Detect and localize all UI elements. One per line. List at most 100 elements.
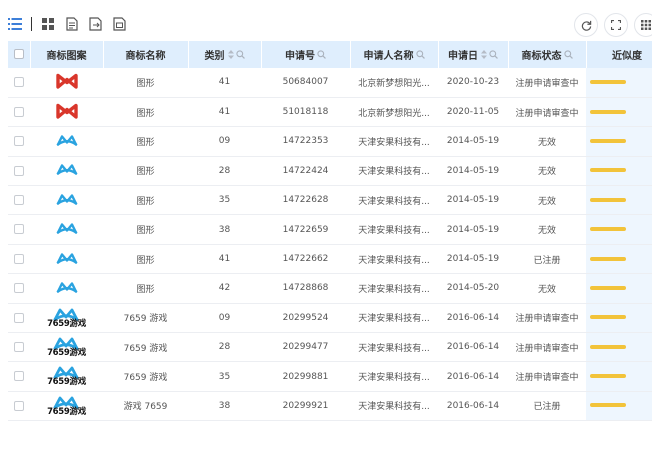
doc-icon[interactable] bbox=[63, 15, 81, 33]
cell-reg-no[interactable]: 20299477 bbox=[261, 333, 350, 362]
table-row[interactable]: 图形 38 14722659 天津安果科技有... 2014-05-19 无效 bbox=[8, 214, 652, 245]
cell-date: 2014-05-19 bbox=[446, 165, 500, 176]
table-row[interactable]: 图形 41 51018118 北京新梦想阳光... 2020-11-05 注册申请审查中 bbox=[8, 97, 652, 127]
row-checkbox[interactable] bbox=[14, 253, 24, 264]
row-select-cell bbox=[8, 362, 30, 391]
table-row[interactable]: 7659游戏 游戏 7659 38 20299921 天津安果科技有... 2016-06… bbox=[8, 391, 652, 421]
row-checkbox[interactable] bbox=[14, 312, 24, 323]
col-header-date[interactable]: 申请日 bbox=[438, 41, 509, 68]
table-row[interactable]: 图形 41 50684007 北京新梦想阳光... 2020-10-23 注册申请审查中 bbox=[8, 68, 652, 98]
row-checkbox[interactable] bbox=[14, 224, 24, 235]
row-checkbox[interactable] bbox=[14, 106, 24, 117]
cell-similarity bbox=[586, 391, 652, 421]
cell-name: 图形 bbox=[136, 196, 155, 207]
cell-class: 35 bbox=[218, 371, 231, 382]
columns-icon[interactable] bbox=[634, 13, 652, 37]
cell-logo bbox=[30, 68, 103, 97]
cell-status: 注册申请审查中 bbox=[515, 78, 579, 89]
col-header-applicant[interactable]: 申请人名称 bbox=[350, 41, 439, 68]
cell-reg-no[interactable]: 20299881 bbox=[261, 362, 350, 391]
cell-similarity bbox=[586, 68, 652, 98]
row-checkbox[interactable] bbox=[14, 77, 24, 88]
grid-view-icon[interactable] bbox=[39, 15, 57, 33]
list-view-icon[interactable] bbox=[6, 15, 24, 33]
similarity-bar bbox=[590, 256, 626, 261]
search-icon[interactable] bbox=[317, 50, 326, 62]
cell-date: 2016-06-14 bbox=[446, 342, 500, 353]
table-row[interactable]: 7659游戏 7659 游戏 35 20299881 天津安果科技有... 2016-06… bbox=[8, 361, 652, 392]
cell-name: 图形 bbox=[136, 226, 155, 237]
refresh-icon[interactable] bbox=[574, 13, 598, 37]
table-row[interactable]: 图形 42 14728868 天津安果科技有... 2014-05-20 无效 bbox=[8, 273, 652, 304]
trademark-logo-7659: 7659游戏 bbox=[47, 308, 86, 329]
select-all-checkbox[interactable] bbox=[13, 49, 24, 59]
row-checkbox[interactable] bbox=[14, 136, 24, 147]
copy-icon[interactable] bbox=[111, 15, 129, 33]
col-header-status[interactable]: 商标状态 bbox=[508, 41, 587, 68]
table-row[interactable]: 7659游戏 7659 游戏 09 20299524 天津安果科技有... 2016-06… bbox=[8, 303, 652, 333]
table-row[interactable]: 图形 28 14722424 天津安果科技有... 2014-05-19 无效 bbox=[8, 156, 652, 186]
cell-reg-no[interactable]: 14722424 bbox=[261, 156, 350, 185]
cell-status: 注册申请审查中 bbox=[515, 373, 579, 384]
cell-reg-no[interactable]: 20299524 bbox=[261, 303, 350, 332]
row-checkbox[interactable] bbox=[14, 195, 24, 205]
col-applicant-label: 申请人名称 bbox=[363, 51, 414, 62]
trademark-logo-blue-mark bbox=[56, 163, 78, 176]
row-select-cell bbox=[8, 68, 30, 97]
sort-icon[interactable] bbox=[227, 50, 234, 62]
cell-name: 图形 bbox=[136, 255, 155, 266]
table-row[interactable]: 图形 35 14722628 天津安果科技有... 2014-05-19 无效 bbox=[8, 185, 652, 215]
cell-reg-no[interactable]: 20299921 bbox=[261, 391, 350, 420]
search-icon[interactable] bbox=[415, 50, 425, 62]
col-date-label: 申请日 bbox=[448, 51, 478, 62]
cell-reg-no[interactable]: 50684007 bbox=[261, 68, 350, 97]
cell-reg-no[interactable]: 14722353 bbox=[261, 127, 350, 156]
row-checkbox[interactable] bbox=[14, 341, 24, 352]
table-row[interactable]: 图形 09 14722353 天津安果科技有... 2014-05-19 无效 bbox=[8, 126, 652, 157]
col-class-label: 类别 bbox=[204, 51, 225, 62]
search-icon[interactable] bbox=[489, 50, 498, 62]
table-row[interactable]: 图形 41 14722662 天津安果科技有... 2014-05-19 已注册 bbox=[8, 244, 652, 274]
cell-logo: 7659游戏 bbox=[30, 333, 103, 362]
cell-class: 09 bbox=[218, 312, 231, 323]
export-icon[interactable] bbox=[87, 15, 105, 33]
cell-name: 图形 bbox=[136, 167, 155, 178]
select-all-cell bbox=[8, 41, 31, 68]
similarity-bar bbox=[590, 403, 626, 408]
cell-reg-no[interactable]: 14728868 bbox=[261, 274, 350, 303]
logo-wordmark: 7659游戏 bbox=[47, 406, 86, 417]
row-select-cell bbox=[8, 97, 30, 126]
cell-status: 注册申请审查中 bbox=[515, 343, 579, 354]
sort-icon[interactable] bbox=[481, 50, 487, 62]
table-tools bbox=[574, 13, 652, 37]
table-row[interactable]: 7659游戏 7659 游戏 28 20299477 天津安果科技有... 2016-06… bbox=[8, 332, 652, 362]
col-header-reg-no[interactable]: 申请号 bbox=[261, 41, 351, 68]
col-header-class[interactable]: 类别 bbox=[188, 41, 262, 68]
col-status-label: 商标状态 bbox=[521, 51, 562, 62]
cell-applicant: 天津安果科技有... bbox=[358, 196, 430, 207]
cell-date: 2020-10-23 bbox=[446, 77, 500, 88]
cell-date: 2016-06-14 bbox=[446, 371, 500, 382]
row-checkbox[interactable] bbox=[14, 283, 24, 294]
logo-wordmark: 7659游戏 bbox=[47, 347, 86, 358]
row-checkbox[interactable] bbox=[14, 165, 24, 176]
col-similarity-label: 近似度 bbox=[612, 51, 642, 62]
cell-date: 2014-05-19 bbox=[446, 195, 500, 206]
toolbar bbox=[0, 0, 652, 42]
table-body: 图形 41 50684007 北京新梦想阳光... 2020-10-23 注册申请审查中图… bbox=[8, 68, 652, 421]
row-checkbox[interactable] bbox=[14, 371, 24, 382]
cell-logo bbox=[30, 97, 103, 126]
cell-logo: 7659游戏 bbox=[30, 303, 103, 332]
search-icon[interactable] bbox=[563, 50, 573, 62]
cell-status: 无效 bbox=[537, 284, 556, 295]
cell-reg-no[interactable]: 14722659 bbox=[261, 215, 350, 244]
search-icon[interactable] bbox=[235, 50, 245, 62]
cell-similarity bbox=[586, 332, 652, 362]
row-checkbox[interactable] bbox=[14, 400, 24, 411]
fullscreen-icon[interactable] bbox=[604, 13, 628, 37]
cell-applicant: 天津安果科技有... bbox=[358, 343, 430, 354]
cell-reg-no[interactable]: 51018118 bbox=[261, 97, 350, 126]
cell-status: 已注册 bbox=[533, 255, 561, 266]
cell-reg-no[interactable]: 14722662 bbox=[261, 244, 350, 273]
cell-reg-no[interactable]: 14722628 bbox=[261, 186, 350, 215]
